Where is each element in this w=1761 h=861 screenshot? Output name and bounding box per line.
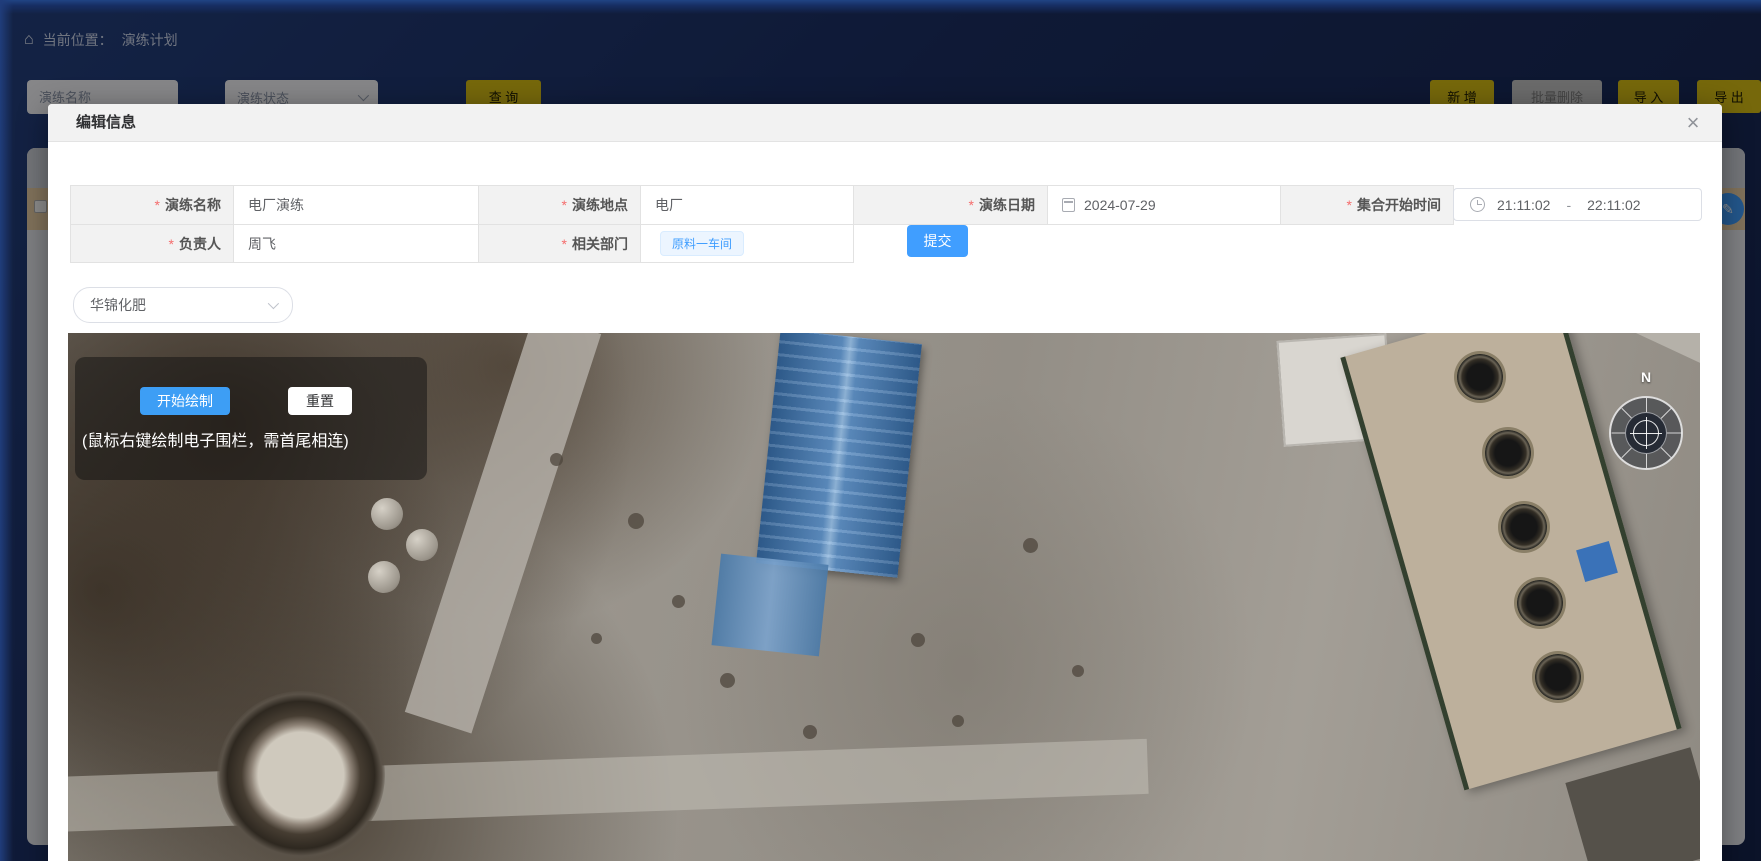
map-clarifier-tank [217, 691, 385, 859]
map-fan-vent [1501, 504, 1547, 550]
company-select-value: 华锦化肥 [90, 295, 146, 315]
map-fan-vent [1485, 430, 1531, 476]
required-mark: * [562, 197, 567, 213]
modal-title: 编辑信息 [76, 104, 136, 142]
close-icon[interactable]: × [1680, 110, 1706, 136]
drill-location-label: * 演练地点 [478, 185, 641, 225]
assembly-time-range-input[interactable]: 21:11:02 - 22:11:02 [1453, 188, 1702, 221]
compass-north-label: N [1633, 369, 1659, 385]
map-unit [672, 595, 685, 608]
start-draw-button[interactable]: 开始绘制 [140, 387, 230, 415]
reset-button[interactable]: 重置 [288, 387, 352, 415]
map-unit [952, 715, 964, 727]
time-end-value: 22:11:02 [1587, 197, 1640, 213]
time-range-separator: - [1562, 197, 1575, 213]
map-unit [628, 513, 644, 529]
map-sphere-tank [368, 561, 400, 593]
screen: ⌂ 当前位置： 演练计划 演练状态 查 询 新 增 批量删除 导 入 导 出 ✎ [0, 0, 1761, 861]
drill-name-label: * 演练名称 [70, 185, 234, 225]
drill-name-label-text: 演练名称 [165, 195, 221, 215]
map-blue-roof-lower [711, 554, 828, 657]
drill-date-field[interactable]: 2024-07-29 [1047, 185, 1281, 225]
department-label-text: 相关部门 [572, 234, 628, 254]
drill-date-value: 2024-07-29 [1084, 197, 1156, 213]
map-unit [720, 673, 735, 688]
map-fan-vent [1457, 354, 1503, 400]
department-label: * 相关部门 [478, 224, 641, 263]
clock-icon [1470, 197, 1485, 212]
compass-icon[interactable] [1609, 396, 1683, 470]
drill-location-value: 电厂 [655, 195, 683, 215]
drill-date-label: * 演练日期 [853, 185, 1048, 225]
manager-field[interactable]: 周飞 [233, 224, 479, 263]
map-canvas[interactable]: 开始绘制 重置 (鼠标右键绘制电子围栏，需首尾相连) N [68, 333, 1700, 861]
draw-hint-text: (鼠标右键绘制电子围栏，需首尾相连) [82, 427, 427, 451]
drill-location-label-text: 演练地点 [572, 195, 628, 215]
time-start-value: 21:11:02 [1497, 197, 1550, 213]
map-unit [591, 633, 602, 644]
assembly-time-label: * 集合开始时间 [1280, 185, 1454, 225]
required-mark: * [155, 197, 160, 213]
drill-date-label-text: 演练日期 [979, 195, 1035, 215]
map-unit [550, 453, 563, 466]
map-sphere-tank [371, 498, 403, 530]
drill-name-value: 电厂演练 [248, 195, 304, 215]
map-sphere-tank [406, 529, 438, 561]
drill-name-field[interactable]: 电厂演练 [233, 185, 479, 225]
drill-location-field[interactable]: 电厂 [640, 185, 854, 225]
assembly-time-label-text: 集合开始时间 [1357, 195, 1441, 215]
draw-control-panel [75, 357, 427, 480]
required-mark: * [1347, 197, 1352, 213]
calendar-icon [1062, 198, 1075, 212]
manager-value: 周飞 [248, 234, 276, 254]
manager-label: * 负责人 [70, 224, 234, 263]
map-unit [1072, 665, 1084, 677]
map-unit [1023, 538, 1038, 553]
required-mark: * [969, 197, 974, 213]
compass-crosshair [1633, 420, 1659, 446]
chevron-down-icon [268, 298, 279, 309]
compass-inner-dial [1625, 412, 1667, 454]
map-dark-area [1565, 747, 1700, 861]
submit-button[interactable]: 提交 [907, 225, 968, 257]
map-fan-vent [1517, 580, 1563, 626]
edit-info-modal: 编辑信息 × * 演练名称 电厂演练 * 演练地点 电厂 * 演练日期 2024… [48, 104, 1722, 861]
map-road [405, 333, 601, 734]
map-unit [911, 633, 925, 647]
department-tag[interactable]: 原料一车间 [660, 231, 744, 256]
map-unit [803, 725, 817, 739]
map-fan-vent [1535, 654, 1581, 700]
modal-header: 编辑信息 × [48, 104, 1722, 142]
required-mark: * [169, 236, 174, 252]
company-select[interactable]: 华锦化肥 [73, 287, 293, 323]
map-blue-roof [756, 333, 922, 578]
required-mark: * [562, 236, 567, 252]
manager-label-text: 负责人 [179, 234, 221, 254]
